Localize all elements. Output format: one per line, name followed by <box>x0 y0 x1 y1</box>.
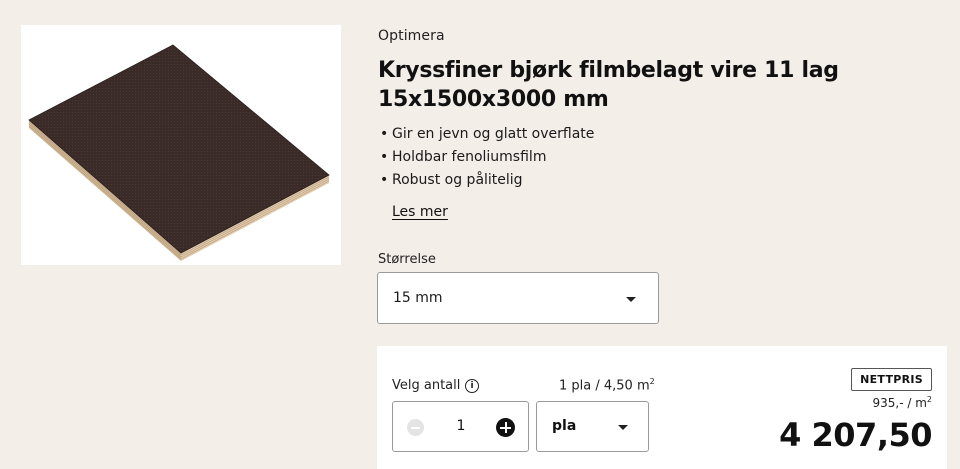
unit-price: 935,- / m2 <box>872 395 932 410</box>
total-price: 4 207,50 <box>779 416 932 454</box>
feature-list: • Gir en jevn og glatt overflate • Holdbar… <box>378 123 938 192</box>
unit-selected-value: pla <box>552 418 577 434</box>
net-price-badge: NETTPRIS <box>851 368 932 391</box>
unit-conversion-text: 1 pla / 4,50 m <box>559 378 650 394</box>
feature-item: • Robust og pålitelig <box>378 169 938 192</box>
size-select[interactable]: 15 mm <box>377 272 659 324</box>
purchase-panel: Velg antall i 1 pla / 4,50 m2 1 pla NETT… <box>377 346 947 469</box>
product-info: Optimera Kryssfiner bjørk filmbelagt vir… <box>378 28 938 220</box>
feature-item: • Gir en jevn og glatt overflate <box>378 123 938 146</box>
chevron-down-icon <box>626 297 636 302</box>
product-title-line2: 15x1500x3000 mm <box>378 87 609 112</box>
feature-text: Holdbar fenoliumsfilm <box>392 149 547 165</box>
bullet-icon: • <box>380 172 389 188</box>
plywood-board-image <box>28 44 330 261</box>
product-image[interactable] <box>21 25 341 265</box>
quantity-value[interactable]: 1 <box>453 418 469 434</box>
feature-text: Robust og pålitelig <box>392 172 523 188</box>
feature-item: • Holdbar fenoliumsfilm <box>378 146 938 169</box>
product-title: Kryssfiner bjørk filmbelagt vire 11 lag … <box>378 56 938 114</box>
unit-select[interactable]: pla <box>536 401 649 452</box>
size-label: Størrelse <box>378 252 436 267</box>
quantity-stepper: 1 <box>392 401 529 452</box>
bullet-icon: • <box>380 149 389 165</box>
decrease-quantity-button[interactable] <box>407 419 424 436</box>
unit-conversion-sup: 2 <box>649 377 655 386</box>
feature-text: Gir en jevn og glatt overflate <box>392 126 595 142</box>
increase-quantity-button[interactable] <box>496 418 515 437</box>
brand-name: Optimera <box>378 28 445 44</box>
unit-price-sup: 2 <box>926 395 932 404</box>
size-selected-value: 15 mm <box>393 290 443 306</box>
info-icon[interactable]: i <box>465 379 479 393</box>
chevron-down-icon <box>618 425 628 430</box>
bullet-icon: • <box>380 126 389 142</box>
read-more-link[interactable]: Les mer <box>392 204 448 220</box>
quantity-label: Velg antall <box>392 378 461 393</box>
product-title-line1: Kryssfiner bjørk filmbelagt vire 11 lag <box>378 58 839 83</box>
unit-conversion-info: 1 pla / 4,50 m2 <box>559 377 655 393</box>
unit-price-text: 935,- / m <box>872 396 927 410</box>
